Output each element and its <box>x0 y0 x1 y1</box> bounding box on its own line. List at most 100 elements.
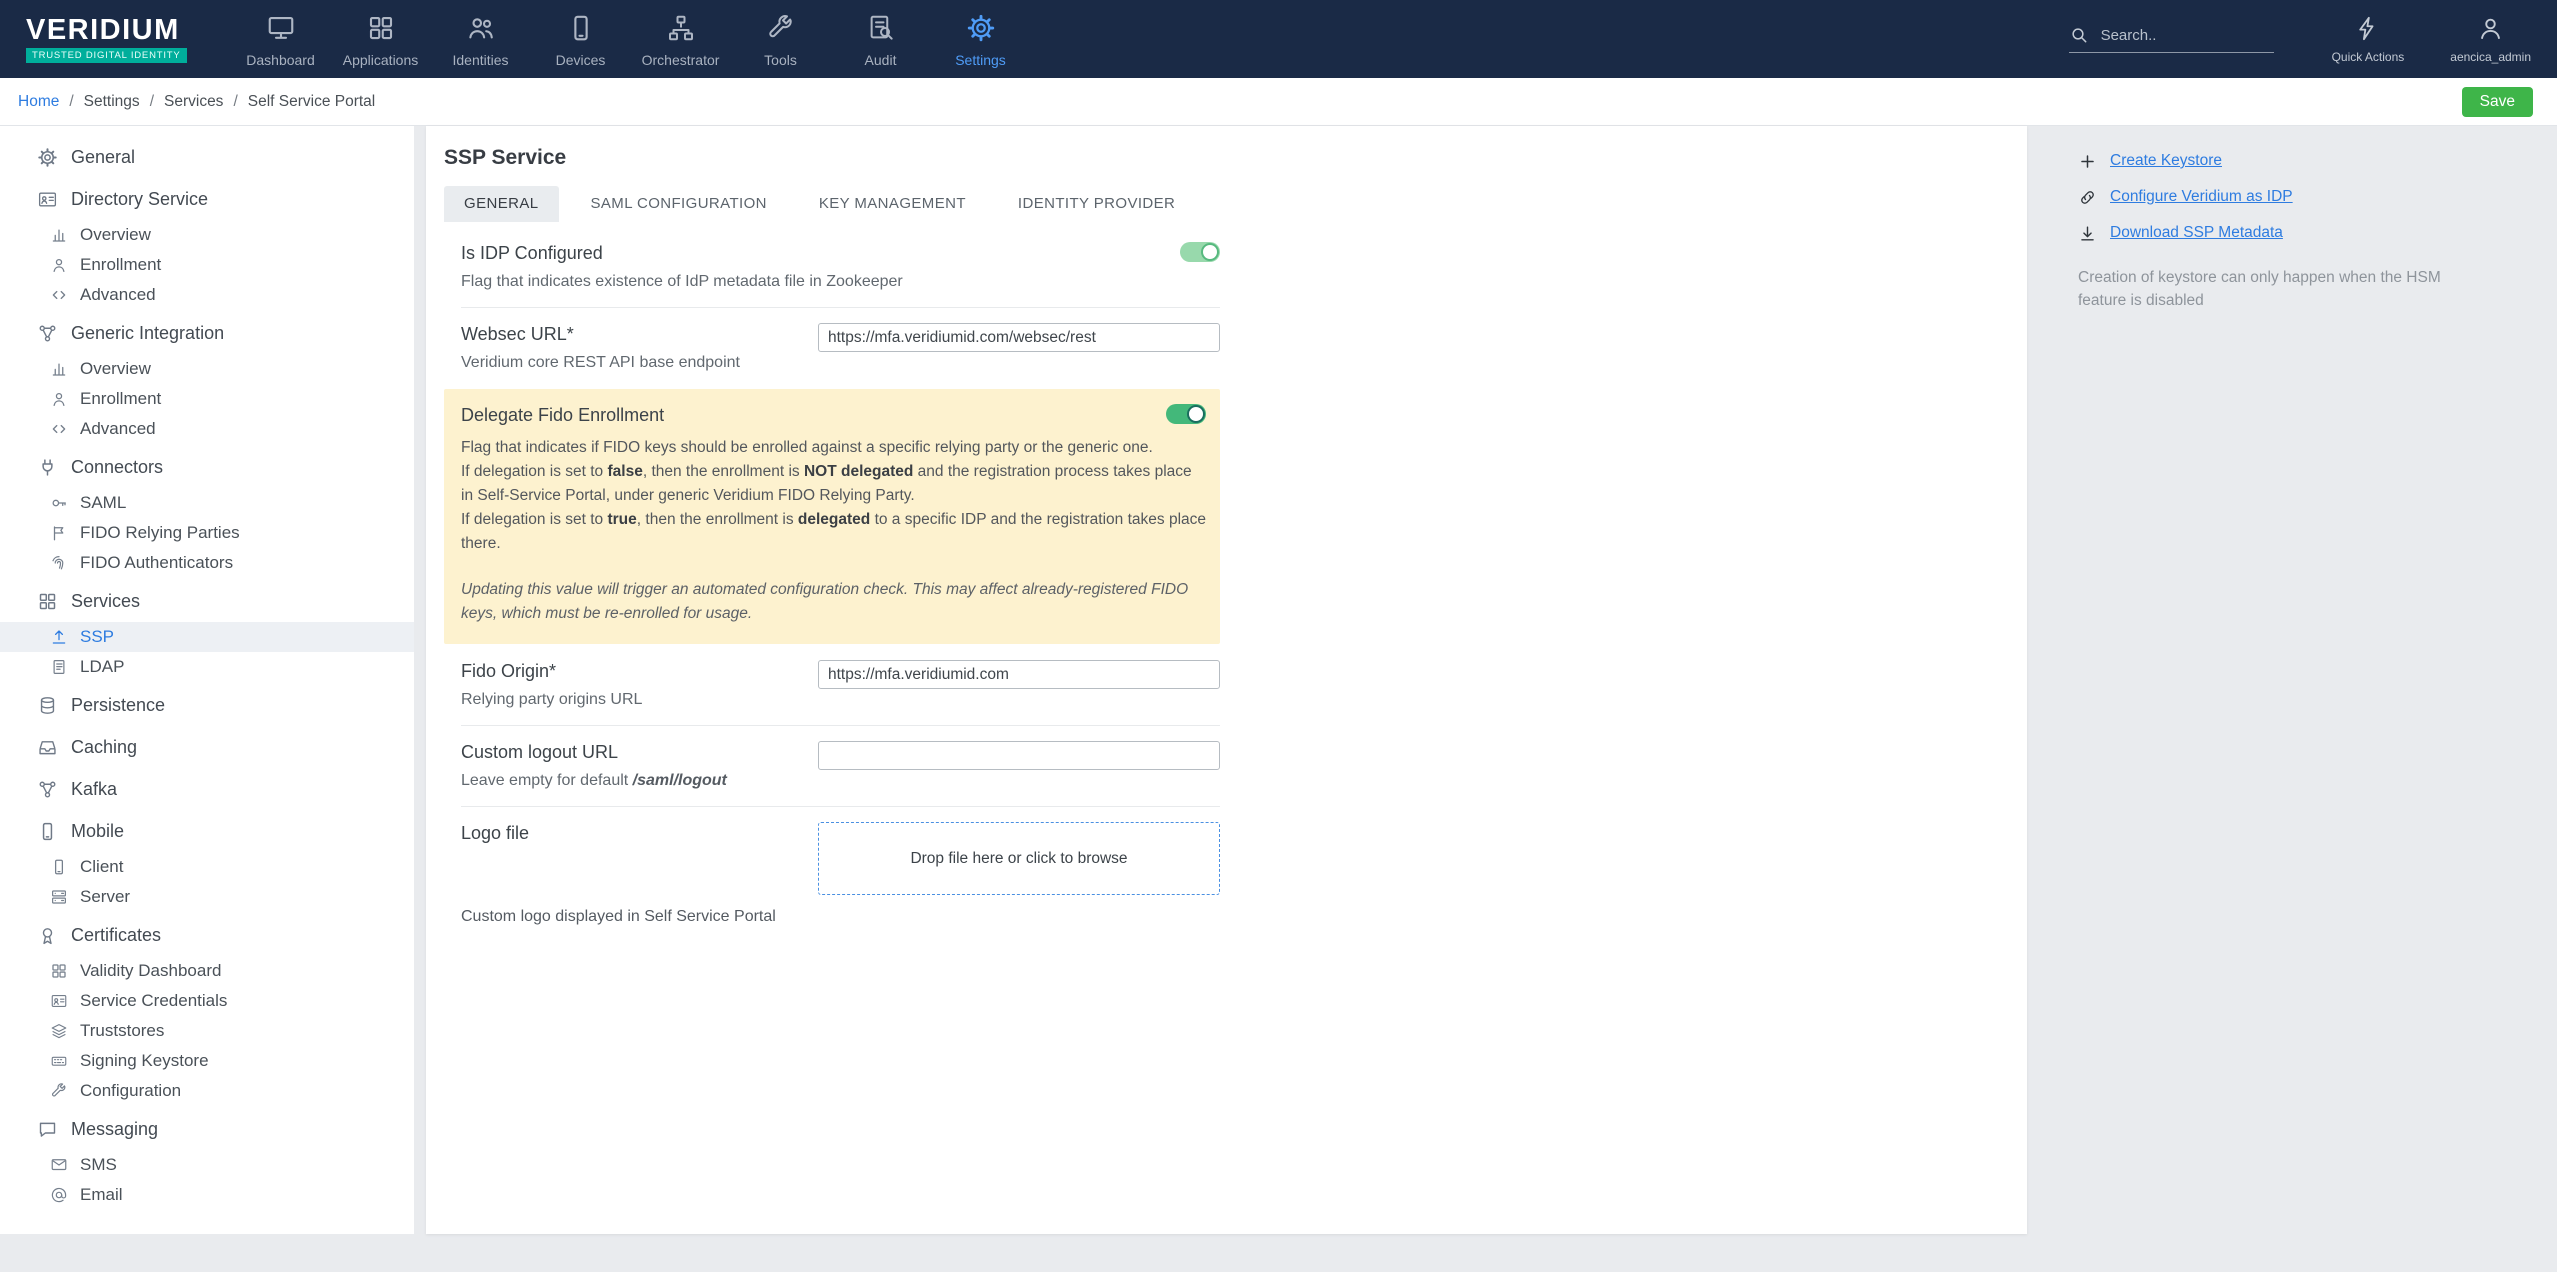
fido-origin-input[interactable] <box>818 660 1220 690</box>
brand-name: VERIDIUM <box>26 13 180 46</box>
sidebar-item-caching[interactable]: Caching <box>0 728 414 766</box>
custom-logout-url-input[interactable] <box>818 741 1220 771</box>
search-input[interactable] <box>2098 25 2274 45</box>
breadcrumb-home[interactable]: Home <box>18 93 59 111</box>
default-logout-path: /saml/logout <box>632 772 727 790</box>
sidebar-item-ds-advanced[interactable]: Advanced <box>0 280 414 310</box>
sidebar-item-email[interactable]: Email <box>0 1180 414 1210</box>
veridium-logo[interactable]: VERIDIUM TRUSTED DIGITAL IDENTITY <box>26 13 187 63</box>
delegate-fido-enrollment-box: Delegate Fido Enrollment Flag that indic… <box>444 389 1220 645</box>
at-icon <box>50 1186 68 1204</box>
download-ssp-metadata-action[interactable]: Download SSP Metadata <box>2078 222 2540 244</box>
breadcrumb-services[interactable]: Services <box>164 93 223 111</box>
quick-actions-icon <box>2354 15 2381 42</box>
fingerprint-icon <box>50 554 68 572</box>
network-nodes-icon <box>37 323 58 344</box>
sidebar-item-generic-integration[interactable]: Generic Integration <box>0 314 414 352</box>
sidebar-item-fido-relying-parties[interactable]: FIDO Relying Parties <box>0 518 414 548</box>
sidebar-item-gi-advanced[interactable]: Advanced <box>0 414 414 444</box>
ssp-service-panel: SSP Service GENERAL SAML CONFIGURATION K… <box>426 126 2027 1234</box>
dropzone-text: Drop file here or click to browse <box>910 849 1128 867</box>
chart-icon <box>50 360 68 378</box>
sidebar-item-validity-dashboard[interactable]: Validity Dashboard <box>0 956 414 986</box>
tab-saml-configuration[interactable]: SAML CONFIGURATION <box>571 186 787 222</box>
logo-dropzone[interactable]: Drop file here or click to browse <box>818 822 1220 896</box>
nav-item-settings[interactable]: Settings <box>931 0 1031 78</box>
field-label: Websec URL* <box>461 324 574 344</box>
sidebar-item-persistence[interactable]: Persistence <box>0 686 414 724</box>
applications-grid-icon <box>366 13 396 43</box>
sidebar-item-messaging[interactable]: Messaging <box>0 1110 414 1148</box>
field-description: Relying party origins URL <box>461 691 643 709</box>
toggle-knob <box>1187 405 1205 423</box>
sidebar-item-connectors[interactable]: Connectors <box>0 448 414 486</box>
quick-actions-button[interactable]: Quick Actions <box>2332 15 2404 64</box>
sidebar-item-ldap[interactable]: LDAP <box>0 652 414 682</box>
main-navigation: Dashboard Applications Identities Device… <box>231 0 1031 78</box>
field-description: Veridium core REST API base endpoint <box>461 354 740 371</box>
phone-icon <box>50 858 68 876</box>
sidebar-item-ds-enrollment[interactable]: Enrollment <box>0 250 414 280</box>
person-icon <box>50 256 68 274</box>
sidebar-item-ds-overview[interactable]: Overview <box>0 220 414 250</box>
divider <box>461 307 1220 308</box>
create-keystore-action[interactable]: Create Keystore <box>2078 150 2540 172</box>
sidebar-item-configuration[interactable]: Configuration <box>0 1076 414 1106</box>
sidebar-item-certificates[interactable]: Certificates <box>0 916 414 954</box>
phone-icon <box>37 821 58 842</box>
sidebar-item-ssp[interactable]: SSP <box>0 622 414 652</box>
sidebar-item-sms[interactable]: SMS <box>0 1150 414 1180</box>
divider <box>461 806 1220 808</box>
sidebar-item-fido-authenticators[interactable]: FIDO Authenticators <box>0 548 414 578</box>
logo-description: Custom logo displayed in Self Service Po… <box>461 908 776 926</box>
field-is-idp-configured: Is IDP Configured Flag that indicates ex… <box>461 242 1220 292</box>
orchestrator-flow-icon <box>666 13 696 43</box>
delegate-warning-note: Updating this value will trigger an auto… <box>461 581 1189 623</box>
wrench-icon <box>50 1082 68 1100</box>
certificate-icon <box>37 925 58 946</box>
sidebar-item-truststores[interactable]: Truststores <box>0 1016 414 1046</box>
nav-item-audit[interactable]: Audit <box>831 0 931 78</box>
sidebar-item-gi-overview[interactable]: Overview <box>0 354 414 384</box>
sidebar-item-kafka[interactable]: Kafka <box>0 770 414 808</box>
nav-item-devices[interactable]: Devices <box>531 0 631 78</box>
global-search[interactable] <box>2068 25 2274 53</box>
breadcrumb-settings[interactable]: Settings <box>84 93 140 111</box>
sidebar-item-services[interactable]: Services <box>0 582 414 620</box>
field-websec-url: Websec URL* Veridium core REST API base … <box>461 323 1220 373</box>
key-icon <box>50 494 68 512</box>
nav-item-dashboard[interactable]: Dashboard <box>231 0 331 78</box>
username-label: aencica_admin <box>2450 49 2531 64</box>
gear-icon <box>37 147 58 168</box>
user-menu[interactable]: aencica_admin <box>2450 15 2531 64</box>
tab-general[interactable]: GENERAL <box>444 186 559 222</box>
field-custom-logout-url: Custom logout URL Leave empty for defaul… <box>461 741 1220 791</box>
tab-identity-provider[interactable]: IDENTITY PROVIDER <box>998 186 1195 222</box>
breadcrumb-separator: / <box>149 92 154 110</box>
configure-veridium-idp-action[interactable]: Configure Veridium as IDP <box>2078 186 2540 208</box>
sidebar-item-service-credentials[interactable]: Service Credentials <box>0 986 414 1016</box>
chart-icon <box>50 226 68 244</box>
sidebar-item-mobile[interactable]: Mobile <box>0 812 414 850</box>
sidebar-item-general[interactable]: General <box>0 138 414 176</box>
nav-item-tools[interactable]: Tools <box>731 0 831 78</box>
is-idp-configured-toggle[interactable] <box>1180 242 1220 262</box>
breadcrumb-current: Self Service Portal <box>247 92 376 110</box>
sidebar-item-directory-service[interactable]: Directory Service <box>0 180 414 218</box>
breadcrumb-separator: / <box>69 92 74 110</box>
tab-key-management[interactable]: KEY MANAGEMENT <box>799 186 986 222</box>
sidebar-item-client[interactable]: Client <box>0 852 414 882</box>
websec-url-input[interactable] <box>818 323 1220 352</box>
save-button[interactable]: Save <box>2461 86 2533 117</box>
ssp-tabs: GENERAL SAML CONFIGURATION KEY MANAGEMEN… <box>444 186 2027 222</box>
nav-item-identities[interactable]: Identities <box>431 0 531 78</box>
sidebar-item-server[interactable]: Server <box>0 882 414 912</box>
user-icon <box>2477 15 2504 42</box>
sidebar-item-gi-enrollment[interactable]: Enrollment <box>0 384 414 414</box>
delegate-fido-enrollment-toggle[interactable] <box>1166 404 1206 424</box>
sidebar-item-signing-keystore[interactable]: Signing Keystore <box>0 1046 414 1076</box>
nav-item-applications[interactable]: Applications <box>331 0 431 78</box>
field-label: Delegate Fido Enrollment <box>461 405 665 425</box>
sidebar-item-saml[interactable]: SAML <box>0 488 414 518</box>
nav-item-orchestrator[interactable]: Orchestrator <box>631 0 731 78</box>
